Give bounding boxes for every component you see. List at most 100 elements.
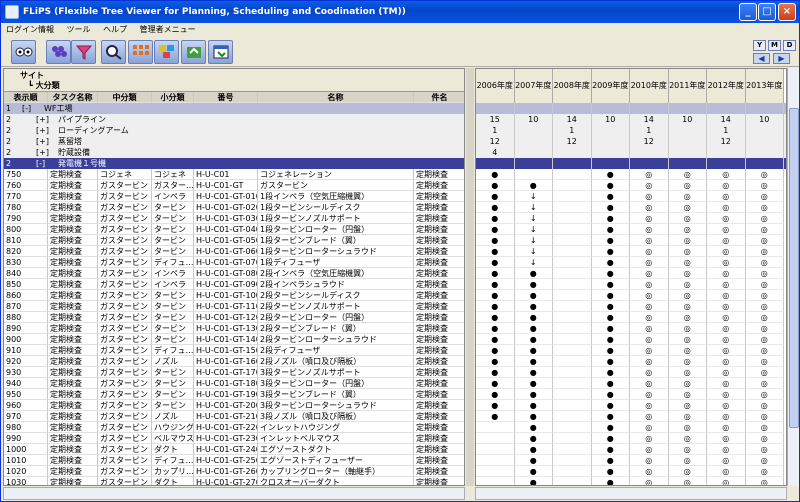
schedule-mark-cell[interactable]: ◎ xyxy=(707,356,746,367)
schedule-mark-cell[interactable] xyxy=(553,279,592,290)
table-row[interactable]: 1000 定期検査 ガスタービン ダクト H-U-C01-GT-240 エグゾーストダクト… xyxy=(4,444,464,455)
group-count-cell[interactable] xyxy=(592,136,630,147)
group-count-cell[interactable]: 14 xyxy=(707,114,746,125)
schedule-mark-cell[interactable]: ◎ xyxy=(630,422,669,433)
schedule-mark-cell[interactable]: ◎ xyxy=(630,279,669,290)
table-row[interactable]: 750 定期検査 コジェネ コジェネ H-U-C01 コジェネレーション 定期検査 xyxy=(4,169,464,180)
schedule-mark-cell[interactable]: ◎ xyxy=(707,466,746,477)
table-row[interactable]: 810 定期検査 ガスタービン タービン H-U-C01-GT-050 1段タービンブレー… xyxy=(4,235,464,246)
schedule-mark-cell[interactable]: ● xyxy=(476,411,515,422)
schedule-mark-cell[interactable]: ◎ xyxy=(630,433,669,444)
group-count-cell[interactable] xyxy=(630,158,669,169)
group-count-cell[interactable] xyxy=(746,158,784,169)
schedule-mark-cell[interactable]: ● xyxy=(514,301,553,312)
schedule-mark-cell[interactable] xyxy=(553,202,592,213)
schedule-mark-cell[interactable]: ● xyxy=(591,235,630,246)
close-button[interactable]: × xyxy=(778,3,796,21)
schedule-mark-cell[interactable]: ◎ xyxy=(630,202,669,213)
schedule-mark-cell[interactable]: ● xyxy=(514,367,553,378)
schedule-mark-cell[interactable]: ● xyxy=(591,279,630,290)
column-header-small-category[interactable]: 小分類 xyxy=(152,92,194,103)
group-count-cell[interactable] xyxy=(515,103,553,114)
schedule-mark-cell[interactable] xyxy=(553,169,592,180)
tool-window-button[interactable] xyxy=(208,40,233,64)
column-header-task[interactable]: タスク名称 xyxy=(48,92,98,103)
schedule-mark-cell[interactable]: ● xyxy=(476,180,515,191)
tool-export-button[interactable] xyxy=(181,40,206,64)
schedule-mark-cell[interactable]: ◎ xyxy=(745,202,784,213)
schedule-mark-cell[interactable]: ● xyxy=(591,312,630,323)
schedule-mark-cell[interactable]: ◎ xyxy=(707,235,746,246)
schedule-mark-cell[interactable]: ◎ xyxy=(668,444,707,455)
schedule-mark-cell[interactable]: ↓ xyxy=(514,191,553,202)
table-row[interactable]: 940 定期検査 ガスタービン タービン H-U-C01-GT-180 3段タービンロータ… xyxy=(4,378,464,389)
schedule-mark-cell[interactable]: ● xyxy=(591,378,630,389)
schedule-mark-cell[interactable]: ● xyxy=(515,477,553,485)
schedule-mark-cell[interactable] xyxy=(553,268,592,279)
year-header[interactable]: 2006年度 xyxy=(476,69,515,103)
schedule-mark-cell[interactable]: ● xyxy=(591,422,630,433)
schedule-mark-cell[interactable]: ● xyxy=(514,290,553,301)
schedule-mark-cell[interactable]: ◎ xyxy=(630,213,669,224)
scroll-left-button[interactable]: ◀ xyxy=(753,53,770,64)
schedule-mark-cell[interactable]: ◎ xyxy=(668,378,707,389)
schedule-mark-cell[interactable]: ● xyxy=(514,444,553,455)
schedule-mark-cell[interactable]: ◎ xyxy=(745,213,784,224)
schedule-mark-cell[interactable] xyxy=(476,433,515,444)
schedule-mark-cell[interactable]: ◎ xyxy=(745,279,784,290)
schedule-mark-cell[interactable]: ● xyxy=(591,180,630,191)
schedule-mark-cell[interactable]: ◎ xyxy=(630,312,669,323)
schedule-mark-cell[interactable] xyxy=(553,312,592,323)
year-view-button[interactable]: Y xyxy=(753,40,766,51)
schedule-mark-cell[interactable]: ● xyxy=(591,301,630,312)
table-row[interactable]: 910 定期検査 ガスタービン ディフュ… H-U-C01-GT-150 2段ディフューザ… xyxy=(4,345,464,356)
schedule-mark-cell[interactable]: ● xyxy=(514,400,553,411)
schedule-mark-cell[interactable]: ● xyxy=(591,334,630,345)
schedule-mark-cell[interactable] xyxy=(476,444,515,455)
schedule-mark-cell[interactable] xyxy=(476,477,515,485)
group-count-cell[interactable]: 12 xyxy=(707,136,746,147)
schedule-mark-cell[interactable] xyxy=(553,180,592,191)
schedule-mark-cell[interactable]: ◎ xyxy=(745,367,784,378)
schedule-mark-cell[interactable]: ◎ xyxy=(630,224,669,235)
day-view-button[interactable]: D xyxy=(783,40,796,51)
month-view-button[interactable]: M xyxy=(768,40,781,51)
schedule-mark-cell[interactable]: ◎ xyxy=(745,224,784,235)
expand-toggle[interactable]: [-] xyxy=(34,158,58,169)
schedule-mark-cell[interactable]: ● xyxy=(514,466,553,477)
schedule-mark-cell[interactable]: ● xyxy=(591,202,630,213)
schedule-mark-cell[interactable]: ◎ xyxy=(668,334,707,345)
schedule-mark-cell[interactable]: ● xyxy=(514,279,553,290)
schedule-mark-cell[interactable]: ● xyxy=(476,389,515,400)
schedule-mark-cell[interactable]: ● xyxy=(476,169,515,180)
schedule-mark-cell[interactable]: ◎ xyxy=(745,257,784,268)
group-count-cell[interactable] xyxy=(553,158,592,169)
schedule-mark-cell[interactable]: ◎ xyxy=(668,400,707,411)
schedule-mark-cell[interactable]: ● xyxy=(476,312,515,323)
column-header-order[interactable]: 表示順 xyxy=(4,92,48,103)
schedule-mark-cell[interactable]: ◎ xyxy=(707,367,746,378)
group-count-cell[interactable] xyxy=(592,158,630,169)
schedule-mark-cell[interactable]: ↓ xyxy=(514,213,553,224)
schedule-mark-cell[interactable]: ◎ xyxy=(668,323,707,334)
grid-horizontal-scrollbar[interactable] xyxy=(475,487,787,500)
schedule-mark-cell[interactable]: ◎ xyxy=(707,411,746,422)
schedule-mark-cell[interactable]: ● xyxy=(476,235,515,246)
schedule-mark-cell[interactable]: ● xyxy=(476,268,515,279)
table-row[interactable]: 780 定期検査 ガスタービン タービン H-U-C01-GT-020 1段タービンシール… xyxy=(4,202,464,213)
group-count-cell[interactable] xyxy=(746,125,784,136)
group-count-cell[interactable] xyxy=(592,103,630,114)
minimize-button[interactable]: _ xyxy=(739,3,757,21)
schedule-mark-cell[interactable]: ◎ xyxy=(745,301,784,312)
schedule-mark-cell[interactable]: ◎ xyxy=(630,477,669,485)
group-count-cell[interactable] xyxy=(707,103,746,114)
scroll-right-button[interactable]: ▶ xyxy=(773,53,790,64)
schedule-mark-cell[interactable]: ◎ xyxy=(668,213,707,224)
schedule-mark-cell[interactable]: ◎ xyxy=(745,290,784,301)
group-count-cell[interactable] xyxy=(707,158,746,169)
expand-toggle[interactable]: [-] xyxy=(20,103,44,114)
menu-help[interactable]: ヘルプ xyxy=(98,23,132,37)
schedule-mark-cell[interactable]: ● xyxy=(591,433,630,444)
group-count-cell[interactable] xyxy=(669,103,707,114)
year-header[interactable]: 2013年度 xyxy=(745,69,784,103)
